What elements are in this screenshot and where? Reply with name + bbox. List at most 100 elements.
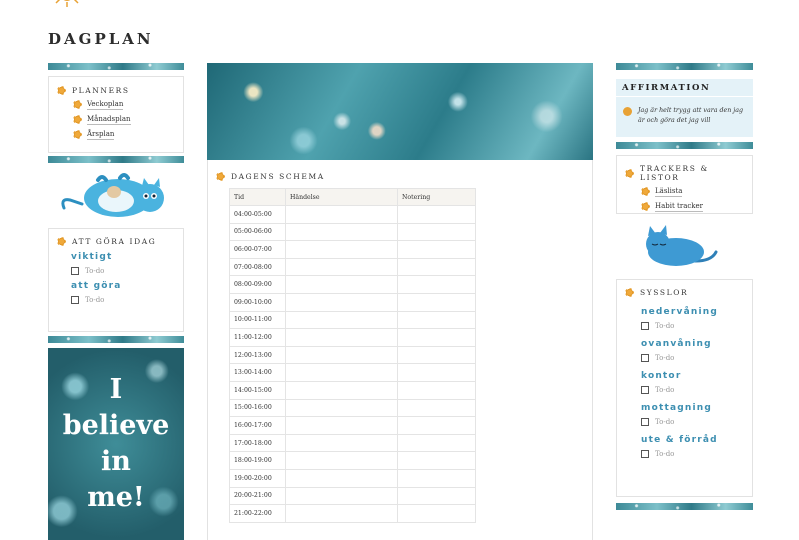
sun-icon — [52, 0, 82, 8]
todo-checkbox[interactable] — [71, 267, 79, 275]
planner-link-manadsplan[interactable]: Månadsplan — [73, 114, 175, 125]
time-cell: 18:00-19:00 — [229, 451, 286, 470]
time-cell: 11:00-12:00 — [229, 328, 286, 347]
todo-group-label: att göra — [71, 281, 122, 291]
planner-link-label: Årsplan — [87, 130, 115, 140]
table-row: 05:00-06:00 — [229, 222, 476, 242]
event-cell[interactable] — [285, 486, 398, 506]
note-cell[interactable] — [397, 433, 476, 453]
sun-icon — [623, 107, 632, 116]
trackers-card: TRACKERS & LISTOR Läslista Habit tracker — [616, 155, 753, 214]
note-cell[interactable] — [397, 310, 476, 330]
tracker-link-laslista[interactable]: Läslista — [641, 186, 744, 197]
cat-illustration — [640, 222, 720, 270]
chore-checkbox[interactable] — [641, 386, 649, 394]
sun-icon — [641, 202, 650, 211]
affirmation-callout: Jag är helt trygg att vara den jag är oc… — [616, 97, 753, 137]
time-cell: 13:00-14:00 — [229, 363, 286, 382]
table-row: 09:00-10:00 — [229, 292, 476, 312]
note-cell[interactable] — [397, 504, 476, 523]
note-cell[interactable] — [397, 292, 476, 312]
todo-item[interactable]: To-do — [71, 296, 175, 304]
chore-group-label: kontor — [641, 371, 682, 381]
todo-heading: ATT GÖRA IDAG — [57, 237, 175, 246]
event-cell[interactable] — [285, 328, 398, 347]
glitter-divider — [48, 156, 184, 163]
affirmation-heading: AFFIRMATION — [616, 79, 753, 96]
note-cell[interactable] — [397, 240, 476, 259]
chore-group-label: ute & förråd — [641, 435, 718, 445]
chores-card: SYSSLOR nedervåning To-do ovanvåning To-do k… — [616, 279, 753, 497]
note-cell[interactable] — [397, 222, 476, 242]
note-cell[interactable] — [397, 328, 476, 347]
table-row: 11:00-12:00 — [229, 328, 476, 347]
chore-item[interactable]: To-do — [641, 418, 744, 426]
note-cell[interactable] — [397, 451, 476, 470]
note-cell[interactable] — [397, 363, 476, 382]
chore-item[interactable]: To-do — [641, 322, 744, 330]
affirmation-poster: I believe in me! — [48, 348, 184, 540]
chore-checkbox[interactable] — [641, 450, 649, 458]
event-cell[interactable] — [285, 292, 398, 312]
todo-checkbox[interactable] — [71, 296, 79, 304]
event-cell[interactable] — [285, 433, 398, 453]
column-header-handelse: Händelse — [285, 188, 398, 206]
schedule-heading-text: DAGENS SCHEMA — [231, 172, 325, 181]
event-cell[interactable] — [285, 257, 398, 277]
todo-group-label: viktigt — [71, 252, 113, 262]
table-row: 04:00-05:00 — [229, 205, 476, 224]
event-cell[interactable] — [285, 416, 398, 435]
sun-icon — [73, 100, 82, 109]
todo-item[interactable]: To-do — [71, 267, 175, 275]
affirmation-text: Jag är helt trygg att vara den jag är oc… — [638, 107, 744, 124]
table-row: 07:00-08:00 — [229, 257, 476, 277]
trackers-heading-text: TRACKERS & LISTOR — [640, 164, 709, 182]
chore-item[interactable]: To-do — [641, 354, 744, 362]
sun-icon — [57, 237, 66, 246]
planner-link-arsplan[interactable]: Årsplan — [73, 129, 175, 140]
cat-illustration — [58, 168, 174, 224]
table-row: 10:00-11:00 — [229, 310, 476, 330]
chore-checkbox[interactable] — [641, 418, 649, 426]
event-cell[interactable] — [285, 205, 398, 224]
event-cell[interactable] — [285, 310, 398, 330]
event-cell[interactable] — [285, 240, 398, 259]
event-cell[interactable] — [285, 504, 398, 523]
time-cell: 10:00-11:00 — [229, 310, 286, 330]
event-cell[interactable] — [285, 363, 398, 382]
event-cell[interactable] — [285, 468, 398, 488]
event-cell[interactable] — [285, 345, 398, 365]
table-row: 14:00-15:00 — [229, 380, 476, 400]
note-cell[interactable] — [397, 257, 476, 277]
note-cell[interactable] — [397, 416, 476, 435]
note-cell[interactable] — [397, 380, 476, 400]
table-row: 17:00-18:00 — [229, 433, 476, 453]
chore-item[interactable]: To-do — [641, 386, 744, 394]
note-cell[interactable] — [397, 275, 476, 294]
planners-card: PLANNERS Veckoplan Månadsplan Årsplan — [48, 76, 184, 153]
chore-item[interactable]: To-do — [641, 450, 744, 458]
time-cell: 19:00-20:00 — [229, 468, 286, 488]
note-cell[interactable] — [397, 398, 476, 418]
table-row: 16:00-17:00 — [229, 416, 476, 435]
tracker-link-label: Läslista — [655, 187, 683, 197]
tracker-link-habit[interactable]: Habit tracker — [641, 201, 744, 212]
chore-group-label: nedervåning — [641, 307, 718, 317]
event-cell[interactable] — [285, 398, 398, 418]
event-cell[interactable] — [285, 222, 398, 242]
time-cell: 12:00-13:00 — [229, 345, 286, 365]
note-cell[interactable] — [397, 468, 476, 488]
event-cell[interactable] — [285, 380, 398, 400]
time-cell: 14:00-15:00 — [229, 380, 286, 400]
chore-checkbox[interactable] — [641, 322, 649, 330]
chore-group-label: mottagning — [641, 403, 713, 413]
table-row: 08:00-09:00 — [229, 275, 476, 294]
event-cell[interactable] — [285, 275, 398, 294]
note-cell[interactable] — [397, 345, 476, 365]
table-row: 21:00-22:00 — [229, 504, 476, 523]
note-cell[interactable] — [397, 486, 476, 506]
chore-checkbox[interactable] — [641, 354, 649, 362]
event-cell[interactable] — [285, 451, 398, 470]
note-cell[interactable] — [397, 205, 476, 224]
planner-link-veckoplan[interactable]: Veckoplan — [73, 99, 175, 110]
